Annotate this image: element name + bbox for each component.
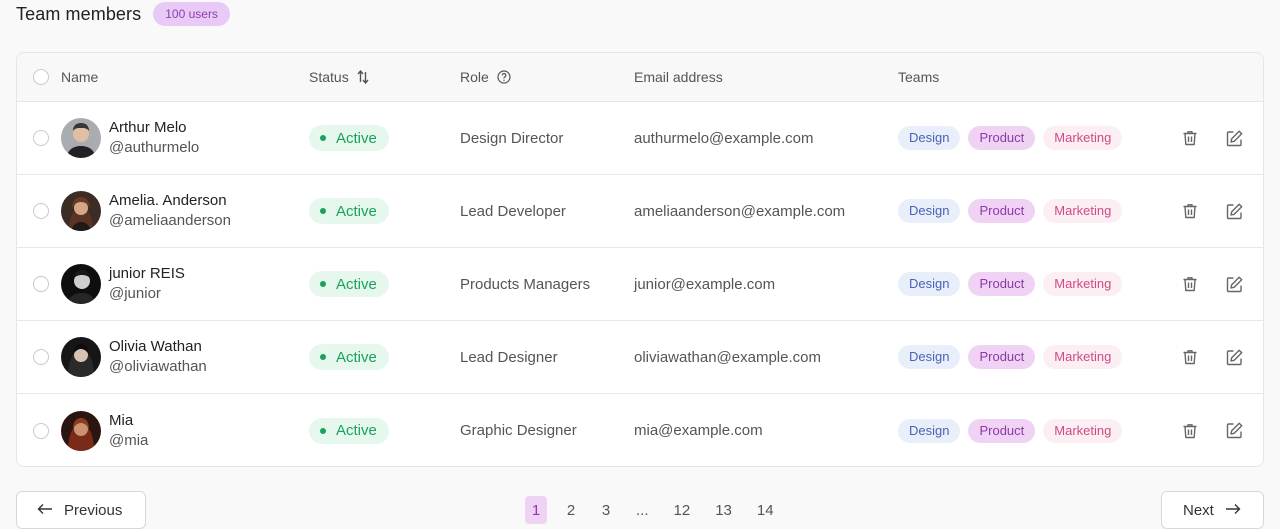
table-header: Name Status Role Email address Teams xyxy=(17,53,1263,102)
page-14[interactable]: 14 xyxy=(751,496,780,524)
user-name: Olivia Wathan xyxy=(109,338,202,355)
user-name: junior REIS xyxy=(109,265,185,282)
team-tag-product: Product xyxy=(968,272,1036,296)
page-numbers: 1 2 3 ... 12 13 14 xyxy=(525,496,793,524)
user-name: Mia xyxy=(109,411,134,429)
previous-page-button[interactable]: Previous xyxy=(16,491,146,529)
select-all-checkbox[interactable] xyxy=(33,69,49,85)
row-checkbox[interactable] xyxy=(33,349,49,365)
status-dot-icon xyxy=(320,208,326,214)
avatar xyxy=(61,264,101,304)
row-checkbox[interactable] xyxy=(33,203,49,219)
table-row[interactable]: Amelia. Anderson @ameliaanderson Active … xyxy=(17,175,1263,248)
team-tag-design: Design xyxy=(898,345,961,369)
page-1[interactable]: 1 xyxy=(525,496,547,524)
user-email: ameliaanderson@example.com xyxy=(634,202,846,220)
table-row[interactable]: junior REIS @junior Active Products Mana… xyxy=(17,248,1263,321)
page-13[interactable]: 13 xyxy=(709,496,738,524)
team-tag-design: Design xyxy=(898,272,961,296)
row-checkbox[interactable] xyxy=(33,422,49,439)
user-handle: @authurmelo xyxy=(109,139,200,156)
sort-icon[interactable] xyxy=(357,70,369,84)
user-role: Graphic Designer xyxy=(460,422,577,439)
user-email: oliviawathan@example.com xyxy=(634,348,821,366)
team-tag-marketing: Marketing xyxy=(1043,272,1123,296)
edit-icon[interactable] xyxy=(1224,421,1244,441)
user-role: Lead Developer xyxy=(460,202,566,220)
trash-icon[interactable] xyxy=(1180,274,1200,294)
column-header-status[interactable]: Status xyxy=(309,69,349,85)
trash-icon[interactable] xyxy=(1180,128,1200,148)
edit-icon[interactable] xyxy=(1224,274,1244,294)
edit-icon[interactable] xyxy=(1224,347,1244,367)
team-tag-marketing: Marketing xyxy=(1043,126,1123,150)
status-badge: Active xyxy=(309,417,389,444)
user-handle: @oliviawathan xyxy=(109,358,207,375)
trash-icon[interactable] xyxy=(1180,201,1200,221)
team-tag-product: Product xyxy=(968,418,1036,443)
page-3[interactable]: 3 xyxy=(595,496,617,524)
avatar xyxy=(61,337,101,377)
user-role: Products Managers xyxy=(460,275,591,293)
next-page-button[interactable]: Next xyxy=(1161,491,1264,529)
pagination: Previous 1 2 3 ... 12 13 14 Next xyxy=(16,491,1264,529)
user-count-badge: 100 users xyxy=(153,2,230,26)
status-dot-icon xyxy=(320,135,326,141)
next-label: Next xyxy=(1183,501,1214,519)
row-checkbox[interactable] xyxy=(33,130,49,146)
user-name: Amelia. Anderson xyxy=(109,192,227,209)
edit-icon[interactable] xyxy=(1224,201,1244,221)
page-header: Team members 100 users xyxy=(16,2,230,26)
team-tag-design: Design xyxy=(898,418,961,443)
user-name: Arthur Melo xyxy=(109,119,187,136)
team-tag-marketing: Marketing xyxy=(1043,199,1123,223)
team-tag-product: Product xyxy=(968,126,1036,150)
page-title: Team members xyxy=(16,3,142,24)
team-members-table: Name Status Role Email address Teams Art… xyxy=(16,52,1264,467)
page-2[interactable]: 2 xyxy=(560,496,582,524)
status-badge: Active xyxy=(309,198,389,224)
page-ellipsis: ... xyxy=(636,501,649,519)
team-tag-marketing: Marketing xyxy=(1043,345,1123,369)
page-12[interactable]: 12 xyxy=(668,496,697,524)
team-tag-design: Design xyxy=(898,126,961,150)
user-handle: @ameliaanderson xyxy=(109,212,231,229)
user-role: Design Director xyxy=(460,129,564,147)
row-checkbox[interactable] xyxy=(33,276,49,292)
status-badge: Active xyxy=(309,344,389,370)
previous-label: Previous xyxy=(64,501,123,519)
column-header-name[interactable]: Name xyxy=(61,69,98,85)
user-email: authurmelo@example.com xyxy=(634,129,814,147)
team-tag-product: Product xyxy=(968,345,1036,369)
column-header-teams[interactable]: Teams xyxy=(898,69,939,85)
table-row[interactable]: Mia @mia Active Graphic Designer mia@exa… xyxy=(17,394,1263,466)
avatar xyxy=(61,118,101,158)
status-badge: Active xyxy=(309,271,389,297)
status-dot-icon xyxy=(320,427,326,434)
avatar xyxy=(61,410,101,451)
trash-icon[interactable] xyxy=(1180,421,1200,441)
team-tag-design: Design xyxy=(898,199,961,223)
user-handle: @junior xyxy=(109,285,161,302)
trash-icon[interactable] xyxy=(1180,347,1200,367)
user-handle: @mia xyxy=(109,431,149,449)
status-badge: Active xyxy=(309,125,389,151)
avatar xyxy=(61,191,101,231)
arrow-right-icon xyxy=(1225,502,1241,519)
team-tag-marketing: Marketing xyxy=(1043,418,1123,443)
status-dot-icon xyxy=(320,281,326,287)
team-tag-product: Product xyxy=(968,199,1036,223)
column-header-role[interactable]: Role xyxy=(460,69,489,85)
edit-icon[interactable] xyxy=(1224,128,1244,148)
arrow-left-icon xyxy=(37,502,53,519)
help-circle-icon[interactable] xyxy=(497,70,511,84)
table-row[interactable]: Arthur Melo @authurmelo Active Design Di… xyxy=(17,102,1263,175)
table-row[interactable]: Olivia Wathan @oliviawathan Active Lead … xyxy=(17,321,1263,394)
user-role: Lead Designer xyxy=(460,348,558,366)
user-email: mia@example.com xyxy=(634,422,763,439)
status-dot-icon xyxy=(320,354,326,360)
user-email: junior@example.com xyxy=(634,275,776,293)
column-header-email[interactable]: Email address xyxy=(634,69,723,85)
